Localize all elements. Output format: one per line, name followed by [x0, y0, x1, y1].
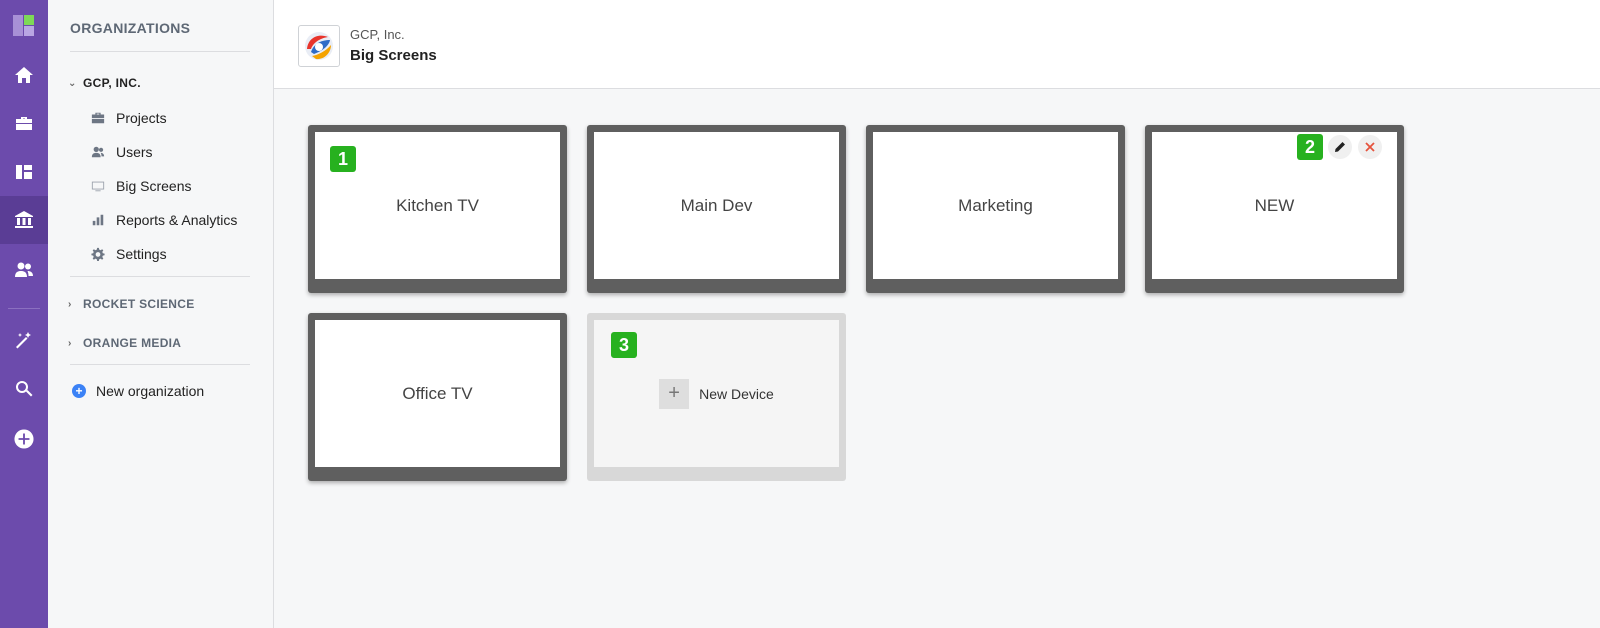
device-card-kitchen-tv[interactable]: Kitchen TV 1 — [308, 125, 567, 293]
sidebar-item-label: Settings — [116, 246, 167, 262]
chevron-right-icon: › — [68, 298, 72, 310]
rail-divider — [8, 308, 40, 309]
add-circle-icon[interactable] — [0, 415, 48, 463]
magic-wand-icon[interactable] — [0, 316, 48, 364]
step-badge: 3 — [611, 332, 637, 358]
pencil-icon — [1335, 142, 1345, 152]
header-org-name: GCP, Inc. — [350, 27, 405, 42]
divider — [70, 276, 250, 277]
org-logo-mark — [305, 32, 333, 60]
device-name: Main Dev — [594, 132, 839, 279]
org-rocket-science-toggle[interactable]: › ROCKET SCIENCE — [68, 297, 195, 311]
chevron-right-icon: › — [68, 337, 72, 349]
page-header: GCP, Inc. Big Screens — [274, 0, 1600, 89]
people-icon[interactable] — [0, 246, 48, 294]
sidebar-item-label: Reports & Analytics — [116, 212, 238, 228]
new-device-button[interactable]: + New Device — [659, 378, 774, 409]
new-organization-label: New organization — [96, 383, 205, 399]
device-card-marketing[interactable]: Marketing — [866, 125, 1125, 293]
new-device-card[interactable]: + New Device 3 — [587, 313, 846, 481]
device-card-office-tv[interactable]: Office TV — [308, 313, 567, 481]
divider — [70, 364, 250, 365]
sidebar-title: ORGANIZATIONS — [70, 20, 191, 36]
page-title: Big Screens — [350, 47, 437, 64]
delete-button[interactable] — [1358, 135, 1382, 159]
app-rail — [0, 0, 48, 628]
app-logo[interactable] — [13, 15, 34, 36]
users-icon — [90, 144, 106, 160]
briefcase-icon[interactable] — [0, 100, 48, 148]
org-name: GCP, INC. — [83, 76, 141, 90]
org-gcp-toggle[interactable]: ⌄ GCP, INC. — [68, 76, 141, 90]
new-device-label: New Device — [699, 385, 774, 402]
org-name: ORANGE MEDIA — [83, 336, 182, 350]
org-orange-media-toggle[interactable]: › ORANGE MEDIA — [68, 336, 181, 350]
sidebar-item-settings[interactable]: Settings — [90, 246, 167, 262]
gear-icon — [90, 246, 106, 262]
new-organization-link[interactable]: + New organization — [72, 383, 204, 399]
device-card-new[interactable]: NEW 2 — [1145, 125, 1404, 293]
plus-circle-icon: + — [72, 384, 86, 398]
device-name: Office TV — [315, 320, 560, 467]
briefcase-icon — [90, 110, 106, 126]
plus-icon: + — [659, 378, 690, 409]
divider — [70, 51, 250, 52]
edit-button[interactable] — [1328, 135, 1352, 159]
close-icon — [1365, 142, 1375, 152]
organizations-sidebar: ORGANIZATIONS ⌄ GCP, INC. Projects Users… — [48, 0, 274, 628]
step-badge: 2 — [1297, 134, 1323, 160]
sidebar-item-label: Projects — [116, 110, 167, 126]
org-logo — [298, 25, 340, 67]
monitor-icon — [90, 178, 106, 194]
step-badge: 1 — [330, 146, 356, 172]
sidebar-item-big-screens[interactable]: Big Screens — [90, 178, 191, 194]
sidebar-item-label: Users — [116, 144, 153, 160]
sidebar-item-projects[interactable]: Projects — [90, 110, 167, 126]
device-card-main-dev[interactable]: Main Dev — [587, 125, 846, 293]
search-icon[interactable] — [0, 365, 48, 413]
device-name: Marketing — [873, 132, 1118, 279]
bar-chart-icon — [90, 212, 106, 228]
sidebar-item-users[interactable]: Users — [90, 144, 153, 160]
dashboard-icon[interactable] — [0, 148, 48, 196]
org-name: ROCKET SCIENCE — [83, 297, 195, 311]
organization-icon[interactable] — [0, 196, 48, 244]
home-icon[interactable] — [0, 51, 48, 99]
chevron-down-icon: ⌄ — [68, 77, 77, 89]
sidebar-item-reports[interactable]: Reports & Analytics — [90, 212, 237, 228]
sidebar-item-label: Big Screens — [116, 178, 192, 194]
